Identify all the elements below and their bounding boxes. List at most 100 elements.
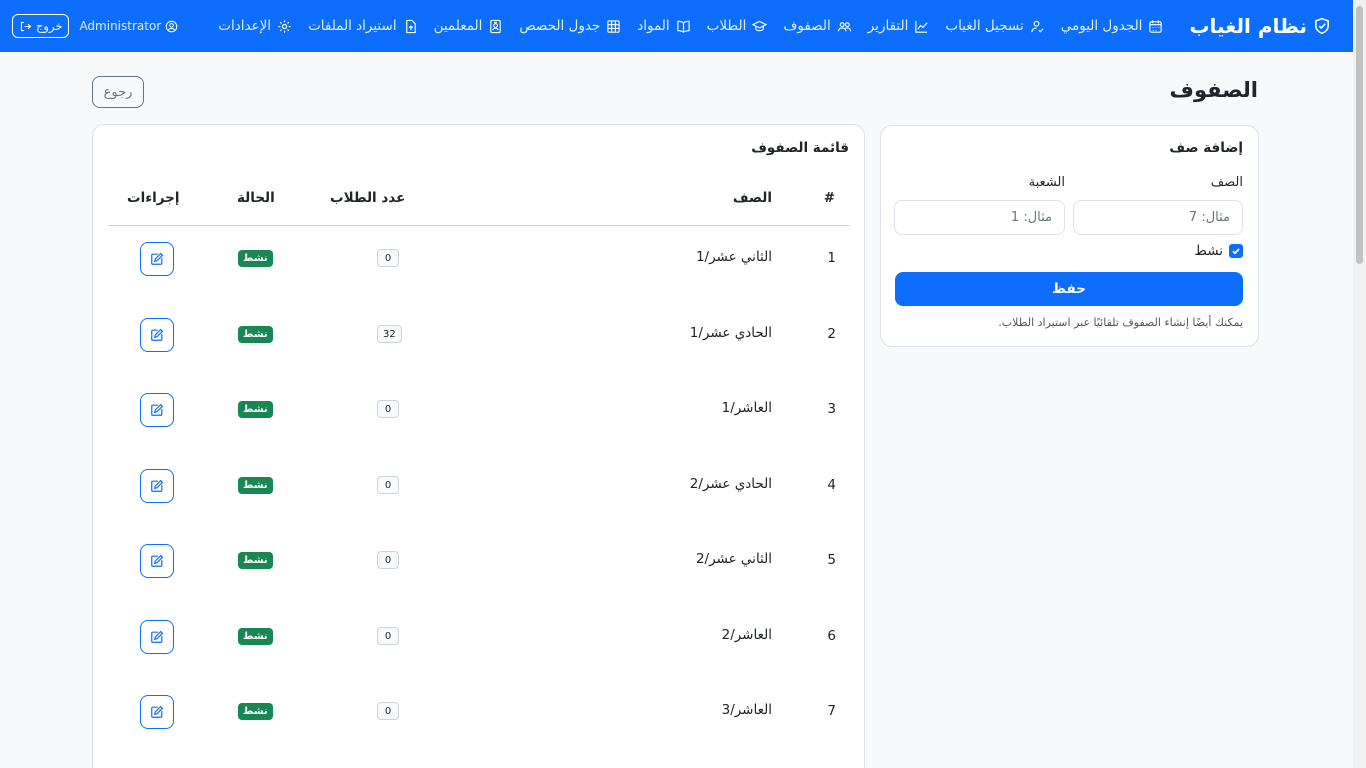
status-badge: نشط [238,250,273,267]
status-badge: نشط [238,552,273,569]
edit-icon [151,403,164,416]
grade-label: الصف [1210,175,1243,190]
edit-icon [151,630,164,643]
col-header-class: الصف [732,190,772,206]
row-student-count: 32 [377,325,402,343]
save-button[interactable]: حفظ [895,272,1243,306]
row-student-count: 0 [377,476,399,494]
row-number: 7 [827,703,836,719]
nav-timetable[interactable]: جدول الحصص [519,18,621,34]
edit-icon [151,554,164,567]
nav-attendance-label: تسجيل الغياب [945,18,1024,34]
nav-attendance[interactable]: تسجيل الغياب [945,18,1044,34]
row-number: 4 [827,477,836,493]
back-button[interactable]: رجوع [92,76,144,108]
edit-button[interactable] [140,620,174,654]
nav-daily-schedule[interactable]: الجدول اليومي [1061,18,1164,34]
col-header-student-count: عدد الطلاب [330,190,406,206]
row-number: 1 [827,250,836,266]
edit-icon [151,479,164,492]
classes-list-title: قائمة الصفوف [751,140,849,156]
nav-teachers-label: المعلمين [433,18,483,34]
nav-import-label: استيراد الملفات [308,18,397,34]
add-class-title: إضافة صف [1169,140,1243,156]
page-title: الصفوف [1169,78,1258,102]
grade-input[interactable] [1073,200,1243,235]
nav-settings[interactable]: الإعدادات [218,18,292,34]
row-student-count: 0 [377,702,399,720]
edit-icon [151,705,164,718]
row-class-name: العاشر/2 [721,627,772,643]
nav-user-area: Administrator خروج [12,14,178,38]
status-badge: نشط [238,477,273,494]
user-check-icon [1031,20,1044,32]
row-student-count: 0 [377,627,399,645]
nav-timetable-label: جدول الحصص [519,18,601,34]
brand-name: نظام الغياب [1189,14,1307,38]
nav-reports[interactable]: التقارير [868,18,930,34]
edit-button[interactable] [140,544,174,578]
status-badge: نشط [238,628,273,645]
classes-list-card: قائمة الصفوف # الصف عدد الطلاب الحالة إج… [92,124,865,768]
chart-line-icon [915,20,928,33]
nav-classes[interactable]: الصفوف [783,18,851,34]
status-badge: نشط [238,326,273,343]
grid-icon [607,19,620,33]
people-icon [837,21,851,31]
edit-icon [151,328,164,341]
nav-students-label: الطلاب [706,18,747,34]
active-label: نشط [1194,243,1223,259]
row-class-name: الحادي عشر/1 [689,325,772,341]
edit-button[interactable] [140,242,174,276]
table-row: 3 العاشر/1 0 نشط [108,373,850,449]
nav-import[interactable]: استيراد الملفات [308,18,418,34]
row-class-name: الثاني عشر/1 [695,249,772,265]
section-input[interactable] [894,200,1065,235]
row-student-count: 0 [377,249,399,267]
brand[interactable]: نظام الغياب [1189,14,1331,38]
active-checkbox[interactable] [1229,244,1243,258]
edit-button[interactable] [140,318,174,352]
nav-subjects-label: المواد [637,18,670,34]
row-class-name: الثاني عشر/2 [695,551,772,567]
table-row: 4 الحادي عشر/2 0 نشط [108,449,850,525]
col-header-num: # [823,190,835,206]
top-navbar: نظام الغياب الجدول اليومي تسجيل الغياب ا… [0,0,1353,52]
user-name: Administrator [79,19,162,33]
table-row: 2 الحادي عشر/1 32 نشط [108,298,850,374]
col-header-status: الحالة [237,190,275,206]
nav-daily-schedule-label: الجدول اليومي [1060,18,1143,34]
add-class-card: إضافة صف الصف الشعبة نشط حفظ يمكنك أيضًا… [880,125,1259,347]
nav-students[interactable]: الطلاب [707,18,768,34]
row-number: 3 [827,401,836,417]
nav-teachers[interactable]: المعلمين [434,18,504,34]
section-label: الشعبة [1028,175,1065,190]
table-row: 1 الثاني عشر/1 0 نشط [108,222,850,298]
user-circle-icon [165,20,178,32]
nav-subjects[interactable]: المواد [637,18,690,34]
edit-button[interactable] [140,695,174,729]
row-number: 6 [827,628,836,644]
page-scrollbar[interactable] [1353,0,1366,768]
nav-links: الجدول اليومي تسجيل الغياب التقارير الصف… [218,18,1163,34]
edit-icon [151,252,164,265]
logout-button[interactable]: خروج [12,14,70,38]
edit-button[interactable] [140,393,174,427]
file-upload-icon [405,19,416,33]
gear-icon [278,19,291,33]
row-class-name: العاشر/3 [721,702,772,718]
book-icon [676,20,690,33]
scrollbar-thumb[interactable] [1356,6,1363,264]
row-student-count: 0 [377,400,399,418]
checkmark-icon [1232,248,1240,255]
shield-check-icon [1315,17,1329,35]
row-student-count: 0 [377,551,399,569]
table-row: 5 الثاني عشر/2 0 نشط [108,524,850,600]
status-badge: نشط [238,401,273,418]
edit-button[interactable] [140,469,174,503]
row-class-name: العاشر/1 [721,400,772,416]
row-number: 5 [827,552,836,568]
person-badge-icon [490,19,502,33]
nav-classes-label: الصفوف [783,18,831,34]
active-checkbox-row[interactable]: نشط [1194,243,1243,259]
